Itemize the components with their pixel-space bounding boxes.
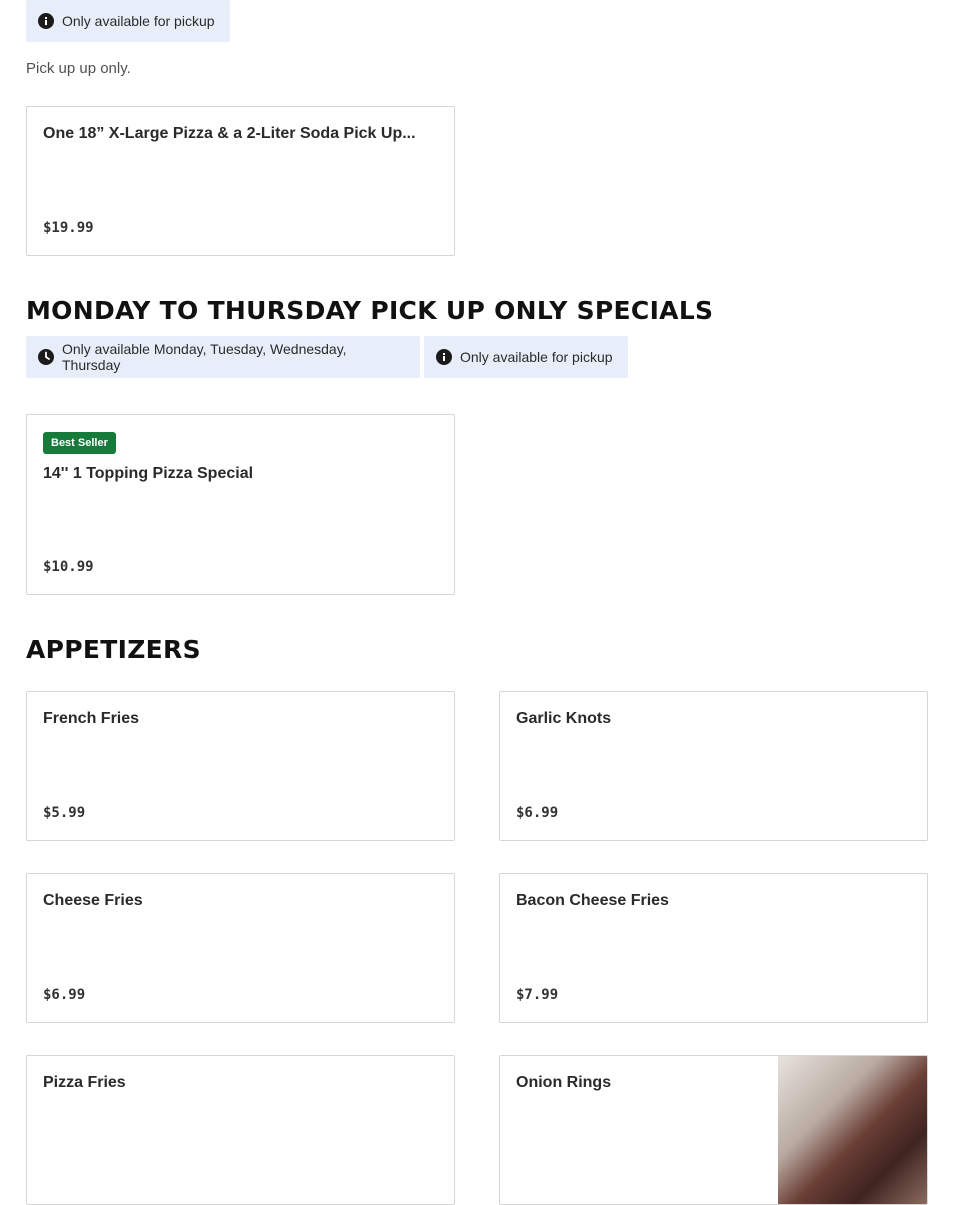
menu-item-price: $5.99: [43, 805, 86, 821]
menu-item-name: Cheese Fries: [43, 892, 143, 909]
menu-item-price: $6.99: [43, 987, 86, 1003]
section-title-appetizers: APPETIZERS: [26, 635, 201, 664]
menu-item-card[interactable]: Bacon Cheese Fries $7.99: [499, 873, 928, 1023]
pickup-only-label: Only available for pickup: [460, 349, 613, 365]
section-title-specials: MONDAY TO THURSDAY PICK UP ONLY SPECIALS: [26, 296, 714, 325]
pickup-note: Pick up up only.: [26, 60, 131, 77]
menu-item-card[interactable]: Pizza Fries: [26, 1055, 455, 1205]
menu-item-name: French Fries: [43, 710, 140, 727]
menu-item-name: Bacon Cheese Fries: [516, 892, 669, 909]
info-icon: [38, 13, 54, 29]
menu-item-card[interactable]: Garlic Knots $6.99: [499, 691, 928, 841]
best-seller-badge: Best Seller: [43, 432, 116, 454]
days-available-label: Only available Monday, Tuesday, Wednesda…: [62, 341, 347, 373]
menu-item-photo: [778, 1056, 927, 1204]
pickup-only-tag: Only available for pickup: [26, 0, 230, 42]
menu-item-card[interactable]: French Fries $5.99: [26, 691, 455, 841]
menu-item-card[interactable]: Cheese Fries $6.99: [26, 873, 455, 1023]
menu-item-price: $10.99: [43, 559, 94, 575]
menu-item-name: One 18” X-Large Pizza & a 2-Liter Soda P…: [43, 125, 416, 142]
menu-item-name: Pizza Fries: [43, 1074, 126, 1091]
clock-icon: [38, 349, 54, 365]
menu-item-price: $6.99: [516, 805, 559, 821]
menu-item-name: 14'' 1 Topping Pizza Special: [43, 465, 254, 482]
menu-item-card[interactable]: One 18” X-Large Pizza & a 2-Liter Soda P…: [26, 106, 455, 256]
menu-item-name: Onion Rings: [516, 1074, 612, 1091]
info-icon: [436, 349, 452, 365]
days-available-tag: Only available Monday, Tuesday, Wednesda…: [26, 336, 420, 378]
menu-item-price: $19.99: [43, 220, 94, 236]
menu-item-price: $7.99: [516, 987, 559, 1003]
pickup-only-tag: Only available for pickup: [424, 336, 628, 378]
menu-item-card[interactable]: Best Seller 14'' 1 Topping Pizza Special…: [26, 414, 455, 595]
menu-item-card[interactable]: Onion Rings: [499, 1055, 928, 1205]
menu-item-name: Garlic Knots: [516, 710, 612, 727]
pickup-only-label: Only available for pickup: [62, 13, 215, 29]
